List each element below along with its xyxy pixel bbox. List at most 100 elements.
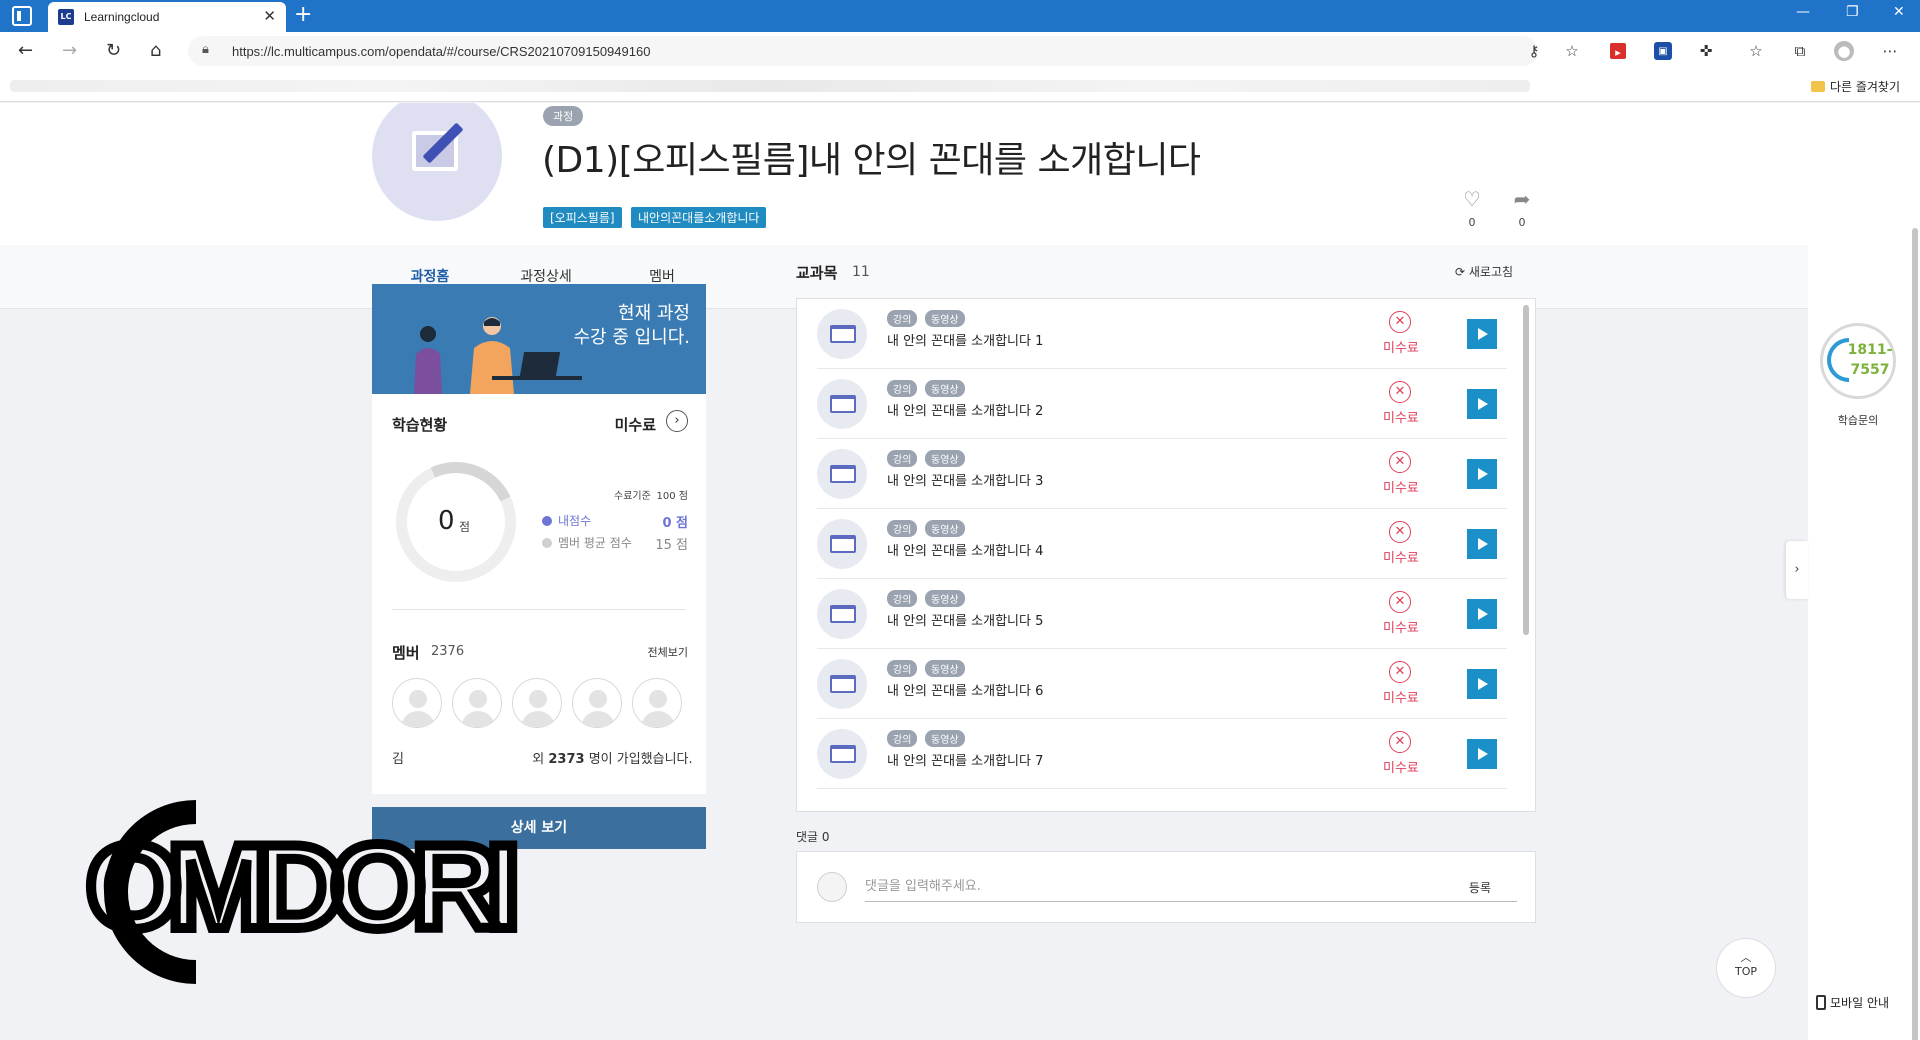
help-phone-number: 1811- 7557 xyxy=(1847,340,1893,380)
view-all-members-link[interactable]: 전체보기 xyxy=(648,644,688,660)
subject-title[interactable]: 내 안의 꼰대를 소개합니다 1 xyxy=(887,330,1043,349)
play-button[interactable] xyxy=(1467,319,1497,349)
join-count: 2373 xyxy=(548,752,585,767)
comment-submit-button[interactable]: 등록 xyxy=(1469,879,1491,896)
subject-title[interactable]: 내 안의 꼰대를 소개합니다 4 xyxy=(887,540,1043,559)
lesson-type-badge: 강의 xyxy=(887,730,918,747)
phone-line: 7557 xyxy=(1850,362,1890,378)
extensions-puzzle-icon[interactable]: ✜ xyxy=(1696,41,1716,61)
score-donut-arc xyxy=(379,445,533,599)
play-button[interactable] xyxy=(1467,739,1497,769)
subject-row[interactable]: 강의 동영상 내 안의 꼰대를 소개합니다 3 ✕ 미수료 xyxy=(817,439,1507,509)
url-field[interactable]: 🔒︎ https://lc.multicampus.com/opendata/#… xyxy=(188,36,1538,66)
lesson-type-badge: 강의 xyxy=(887,590,918,607)
subject-list-scrollbar[interactable] xyxy=(1523,305,1529,635)
learning-status-title: 학습현황 xyxy=(392,416,448,434)
subject-title[interactable]: 내 안의 꼰대를 소개합니다 3 xyxy=(887,470,1043,489)
subject-row[interactable]: 강의 동영상 내 안의 꼰대를 소개합니다 1 ✕ 미수료 xyxy=(817,299,1507,369)
minimize-icon[interactable]: — xyxy=(1796,4,1810,20)
address-bar: ← → ↻ ⌂ 🔒︎ https://lc.multicampus.com/op… xyxy=(0,32,1920,70)
member-avatar[interactable] xyxy=(512,678,562,728)
lesson-type-badge: 강의 xyxy=(887,520,918,537)
subject-title[interactable]: 내 안의 꼰대를 소개합니다 6 xyxy=(887,680,1043,699)
mobile-guide-link[interactable]: 모바일 안내 xyxy=(1816,994,1889,1011)
subject-status: 미수료 xyxy=(1383,761,1419,776)
subject-title[interactable]: 내 안의 꼰대를 소개합니다 5 xyxy=(887,610,1043,629)
refresh-icon: ⟳ xyxy=(1455,265,1466,279)
collections-icon[interactable]: ⧉ xyxy=(1790,41,1810,61)
chevron-right-icon: › xyxy=(1794,562,1800,577)
key-icon[interactable]: ⚷ xyxy=(1524,41,1544,61)
subject-row[interactable]: 강의 동영상 내 안의 꼰대를 소개합니다 2 ✕ 미수료 xyxy=(817,369,1507,439)
member-join-text: 김 외 2373 명이 가입했습니다. xyxy=(392,748,693,767)
course-tag[interactable]: [오피스필름] xyxy=(543,207,622,228)
member-avatar[interactable] xyxy=(452,678,502,728)
browser-tab[interactable]: LC Learningcloud ✕ xyxy=(48,2,286,32)
subject-title[interactable]: 내 안의 꼰대를 소개합니다 2 xyxy=(887,400,1043,419)
help-phone-widget[interactable]: 1811- 7557 xyxy=(1820,323,1896,399)
learningcloud-favicon: LC xyxy=(58,9,74,25)
subjects-title: 교과목 xyxy=(796,264,838,282)
home-icon[interactable]: ⌂ xyxy=(150,40,161,61)
favorites-icon[interactable]: ☆ xyxy=(1746,41,1766,61)
restore-icon[interactable]: ❐ xyxy=(1846,4,1859,20)
reload-icon[interactable]: ↻ xyxy=(106,40,121,61)
subject-row[interactable]: 강의 동영상 내 안의 꼰대를 소개합니다 6 ✕ 미수료 xyxy=(817,649,1507,719)
play-button[interactable] xyxy=(1467,529,1497,559)
extension-red-icon[interactable]: ▸ xyxy=(1610,43,1626,59)
video-lesson-icon xyxy=(817,309,867,359)
url-text: https://lc.multicampus.com/opendata/#/co… xyxy=(232,44,651,59)
mobile-guide-label: 모바일 안내 xyxy=(1830,996,1890,1010)
refresh-label: 새로고침 xyxy=(1468,265,1514,279)
subject-row[interactable]: 강의 동영상 내 안의 꼰대를 소개합니다 7 ✕ 미수료 xyxy=(817,719,1507,789)
play-button[interactable] xyxy=(1467,389,1497,419)
extension-blue-icon[interactable]: ▣ xyxy=(1654,42,1672,60)
play-button[interactable] xyxy=(1467,459,1497,489)
tab-close-icon[interactable]: ✕ xyxy=(263,7,276,25)
other-favorites-folder[interactable]: 다른 즐겨찾기 xyxy=(1810,78,1900,95)
add-favorite-icon[interactable]: ☆ xyxy=(1562,41,1582,61)
banner-line: 수강 중 입니다. xyxy=(573,327,690,348)
avg-score-value: 15 점 xyxy=(655,538,688,553)
refresh-button[interactable]: ⟳ 새로고침 xyxy=(1455,263,1513,280)
profile-avatar-icon[interactable]: ● xyxy=(1834,41,1854,61)
page-scrollbar[interactable] xyxy=(1912,228,1918,1040)
status-detail-arrow-icon[interactable]: › xyxy=(666,410,688,432)
member-count: 2376 xyxy=(431,644,465,659)
more-menu-icon[interactable]: ⋯ xyxy=(1880,41,1900,61)
new-tab-icon[interactable]: + xyxy=(294,2,312,28)
comment-input[interactable] xyxy=(865,872,1517,902)
media-type-badge: 동영상 xyxy=(925,520,965,537)
subject-row[interactable]: 강의 동영상 내 안의 꼰대를 소개합니다 4 ✕ 미수료 xyxy=(817,509,1507,579)
subject-status: 미수료 xyxy=(1383,621,1419,636)
course-tag[interactable]: 내안의꼰대를소개합니다 xyxy=(631,207,767,228)
chevron-up-icon: ︿ xyxy=(1740,951,1752,964)
subject-status: 미수료 xyxy=(1383,691,1419,706)
back-icon[interactable]: ← xyxy=(18,40,33,61)
subject-title[interactable]: 내 안의 꼰대를 소개합니다 7 xyxy=(887,750,1043,769)
phone-line: 1811- xyxy=(1847,342,1893,358)
share-button[interactable]: ➦ 0 xyxy=(1507,188,1537,229)
subject-row[interactable]: 강의 동영상 내 안의 꼰대를 소개합니다 5 ✕ 미수료 xyxy=(817,579,1507,649)
tab-title: Learningcloud xyxy=(84,10,160,24)
avg-score-dot xyxy=(542,538,552,548)
side-panel-toggle[interactable]: › xyxy=(1786,541,1808,599)
forward-icon[interactable]: → xyxy=(62,40,77,61)
sidebar-toggle-icon[interactable] xyxy=(12,6,32,26)
member-avatar[interactable] xyxy=(632,678,682,728)
member-avatar[interactable] xyxy=(392,678,442,728)
like-button[interactable]: ♡ 0 xyxy=(1457,188,1487,229)
enrollment-banner: 현재 과정 수강 중 입니다. xyxy=(372,284,706,394)
my-score-dot xyxy=(542,516,552,526)
join-prefix: 김 xyxy=(392,752,404,767)
video-lesson-icon xyxy=(817,379,867,429)
play-button[interactable] xyxy=(1467,669,1497,699)
play-button[interactable] xyxy=(1467,599,1497,629)
completion-status: 미수료 xyxy=(614,416,656,434)
learning-status-card: 현재 과정 수강 중 입니다. 학습현황 미수료 › 0 점 수료기준 100 … xyxy=(372,284,706,794)
member-avatar[interactable] xyxy=(572,678,622,728)
scroll-top-button[interactable]: ︿ TOP xyxy=(1716,938,1776,998)
browser-tab-bar: LC Learningcloud ✕ + — ❐ ✕ xyxy=(0,0,1920,32)
window-close-icon[interactable]: ✕ xyxy=(1893,4,1905,20)
enrollment-banner-text: 현재 과정 수강 중 입니다. xyxy=(573,302,690,350)
